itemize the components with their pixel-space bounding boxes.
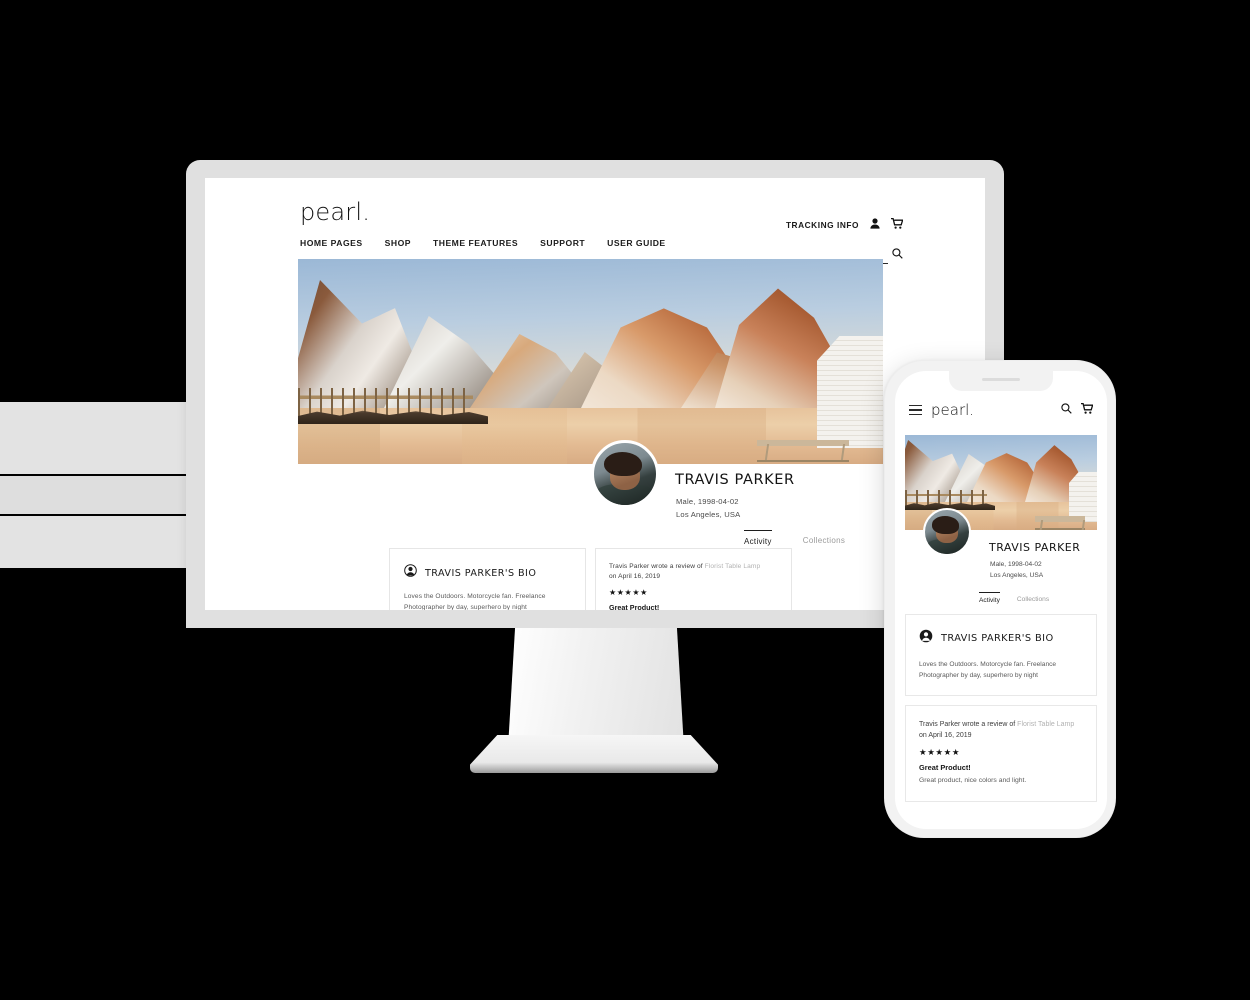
avatar (591, 440, 659, 508)
review-intro: Travis Parker wrote a review of Florist … (919, 720, 1083, 731)
page-title: TRAVIS PARKER (989, 541, 1081, 554)
nav-item-shop[interactable]: SHOP (385, 238, 411, 248)
review-headline: Great Product! (919, 763, 971, 772)
tab-collections[interactable]: Collections (803, 530, 845, 545)
avatar-hair (603, 451, 643, 477)
review-product-link[interactable]: Florist Table Lamp (705, 563, 761, 570)
cart-icon[interactable] (1081, 401, 1094, 419)
hamburger-menu-icon[interactable] (909, 404, 922, 416)
bio-card-text: Loves the Outdoors. Motorcycle fan. Free… (919, 661, 1057, 679)
review-star-rating: ★★★★★ (609, 588, 648, 597)
profile-meta-line-2: Los Angeles, USA (676, 509, 741, 519)
review-intro-text: Travis Parker wrote a review of (919, 721, 1016, 728)
page-title: TRAVIS PARKER (675, 472, 795, 488)
review-intro: Travis Parker wrote a review of Florist … (609, 562, 778, 572)
site-logo[interactable]: pearl. (931, 402, 974, 418)
desktop-site-header: TRACKING INFO pearl. HOME PAGES SHOP THE… (205, 178, 985, 264)
user-icon[interactable] (870, 216, 880, 234)
search-icon[interactable] (1061, 401, 1072, 419)
mobile-screen: pearl. TRAVIS PARKER Male, 1998-04-02 Lo… (895, 371, 1107, 829)
profile-meta-line-1: Male, 1998-04-02 (676, 497, 739, 506)
person-circle-icon (404, 564, 417, 582)
monitor-bottom-bezel (186, 610, 1004, 628)
person-circle-icon (919, 629, 933, 648)
bio-card-header: TRAVIS PARKER'S BIO (919, 629, 1083, 648)
nav-item-home-pages[interactable]: HOME PAGES (300, 238, 363, 248)
nav-item-theme-features[interactable]: THEME FEATURES (433, 238, 518, 248)
hero-house (817, 336, 883, 448)
mobile-phone-frame: pearl. TRAVIS PARKER Male, 1998-04-02 Lo… (884, 360, 1116, 838)
monitor-stand-base (470, 735, 718, 773)
nav-item-user-guide[interactable]: USER GUIDE (607, 238, 665, 248)
mobile-actions (1061, 401, 1094, 419)
bio-card-title: TRAVIS PARKER'S BIO (941, 633, 1054, 644)
review-body: Great product, nice colors and light. (919, 777, 1027, 784)
hero-cover-image (298, 259, 883, 464)
avatar (923, 508, 971, 556)
review-card: Travis Parker wrote a review of Florist … (905, 705, 1097, 802)
tab-activity[interactable]: Activity (979, 592, 1000, 604)
hero-dock (757, 440, 849, 462)
desktop-hero-wrap (205, 259, 985, 464)
review-date: on April 16, 2019 (919, 731, 972, 739)
mobile-profile-header: TRAVIS PARKER Male, 1998-04-02 Los Angel… (895, 508, 1107, 614)
bio-card-title: TRAVIS PARKER'S BIO (425, 567, 537, 579)
tracking-info-link[interactable]: TRACKING INFO (786, 220, 859, 230)
avatar-hair (932, 516, 960, 534)
background-band (0, 476, 186, 514)
hero-dock (1035, 516, 1085, 530)
review-star-rating: ★★★★★ (919, 747, 961, 757)
profile-tabs: Activity Collections (744, 530, 845, 546)
profile-meta-line-2: Los Angeles, USA (990, 572, 1044, 579)
monitor-stand-neck (508, 628, 684, 748)
screenshot-stage: TRACKING INFO pearl. HOME PAGES SHOP THE… (0, 0, 1250, 1000)
profile-tabs: Activity Collections (979, 592, 1049, 604)
profile-meta-line-1: Male, 1998-04-02 (990, 561, 1042, 568)
tab-collections[interactable]: Collections (1017, 592, 1049, 604)
desktop-utility-bar: TRACKING INFO (786, 216, 904, 234)
profile-meta: Male, 1998-04-02 Los Angeles, USA (990, 559, 1043, 581)
cart-icon[interactable] (891, 216, 904, 234)
desktop-monitor-frame: TRACKING INFO pearl. HOME PAGES SHOP THE… (186, 160, 1004, 628)
hero-house (1069, 472, 1097, 522)
phone-notch (949, 371, 1053, 391)
bio-card: TRAVIS PARKER'S BIO Loves the Outdoors. … (905, 614, 1097, 696)
tab-activity[interactable]: Activity (744, 530, 772, 546)
review-intro-text: Travis Parker wrote a review of (609, 563, 703, 570)
review-product-link[interactable]: Florist Table Lamp (1017, 721, 1074, 728)
background-band (0, 402, 186, 474)
background-band (0, 516, 186, 568)
bio-card-header: TRAVIS PARKER'S BIO (404, 564, 571, 582)
review-date: on April 16, 2019 (609, 573, 661, 580)
nav-item-support[interactable]: SUPPORT (540, 238, 585, 248)
profile-meta: Male, 1998-04-02 Los Angeles, USA (676, 496, 740, 521)
